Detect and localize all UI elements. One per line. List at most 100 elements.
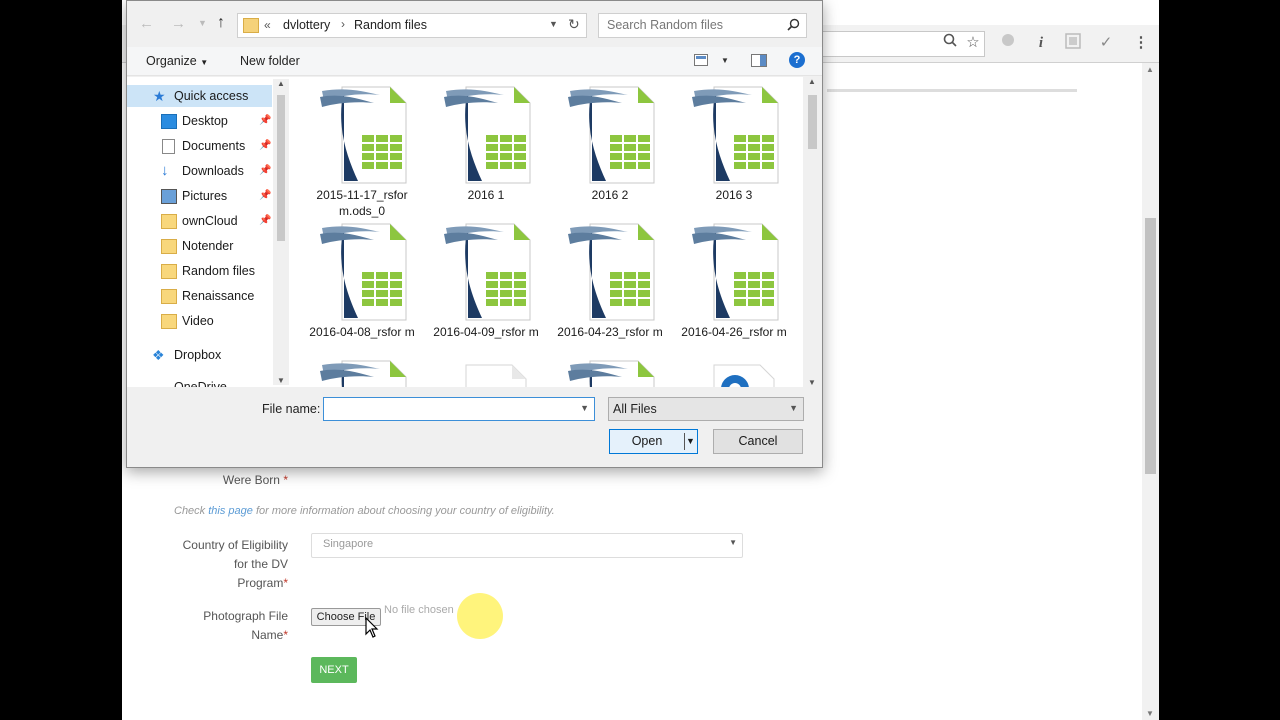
zoom-icon[interactable]	[940, 33, 960, 53]
breadcrumb-bar[interactable]: « dvlottery › Random files ▼ ↻	[237, 13, 587, 38]
scroll-up-icon[interactable]: ▲	[1146, 65, 1154, 74]
scroll-up-icon[interactable]: ▲	[808, 77, 816, 86]
document-icon	[465, 364, 527, 387]
nav-item-renaissance[interactable]: Renaissance	[127, 285, 272, 307]
file-name: 2016 1	[467, 188, 505, 202]
search-icon	[787, 18, 800, 34]
nav-item-downloads[interactable]: ↓ Downloads 📌	[127, 160, 272, 182]
file-name: 2016 3	[715, 188, 753, 202]
nav-scrollbar-thumb[interactable]	[277, 95, 285, 241]
organize-button[interactable]: Organize ▼	[146, 54, 208, 68]
files-scrollbar-thumb[interactable]	[808, 95, 817, 149]
spreadsheet-icon	[320, 86, 407, 184]
spreadsheet-icon	[692, 223, 779, 321]
nav-item-owncloud[interactable]: ownCloud 📌	[127, 210, 272, 232]
file-item[interactable]: 2016-04-08_rsfor m	[307, 222, 417, 339]
scroll-down-icon[interactable]: ▼	[277, 376, 285, 385]
filename-input[interactable]: ▼	[323, 397, 595, 421]
new-folder-button[interactable]: New folder	[240, 54, 300, 68]
file-item[interactable]: 2016-04-26_rsfor m	[679, 222, 789, 339]
chevron-down-icon[interactable]: ▼	[580, 403, 589, 413]
file-item[interactable]: 2016-04-23_rsfor m	[555, 222, 665, 339]
command-bar: Organize ▼ New folder ▼ ?	[127, 47, 822, 76]
nav-item-onedrive[interactable]: ☁ OneDrive	[127, 376, 272, 387]
spreadsheet-icon	[444, 86, 531, 184]
breadcrumb-random-files[interactable]: Random files	[354, 18, 427, 32]
nav-item-desktop[interactable]: Desktop 📌	[127, 110, 272, 132]
spreadsheet-icon	[568, 86, 655, 184]
breadcrumb-overflow[interactable]: «	[264, 18, 271, 32]
file-name: 2016-04-09_rsfor m	[433, 325, 539, 339]
pin-icon: 📌	[259, 115, 272, 126]
page-scrollbar-thumb[interactable]	[1145, 218, 1156, 474]
recent-dropdown-icon[interactable]: ▼	[198, 18, 207, 28]
folder-icon	[161, 239, 177, 254]
nav-item-dropbox[interactable]: ❖ Dropbox	[127, 344, 272, 366]
refresh-icon[interactable]: ↻	[568, 16, 580, 33]
file-item[interactable]	[307, 359, 417, 387]
chevron-down-icon: ▼	[789, 403, 798, 413]
file-item[interactable]: 2016 2	[555, 85, 665, 202]
folder-icon	[161, 289, 177, 304]
eligibility-help-text: Check this page for more information abo…	[174, 505, 555, 517]
star-icon: ★	[153, 88, 166, 104]
preview-pane-icon[interactable]	[751, 54, 767, 70]
country-label: Country of Eligibility for the DV Progra…	[182, 538, 288, 590]
extension-square-icon[interactable]	[1063, 33, 1083, 53]
photo-label: Photograph File Name*	[203, 609, 288, 642]
check-icon[interactable]: ✓	[1096, 33, 1116, 53]
this-page-link[interactable]: this page	[208, 505, 253, 517]
cancel-button[interactable]: Cancel	[713, 429, 803, 454]
spreadsheet-icon	[568, 223, 655, 321]
dialog-address-row: ← → ▼ ↑ « dvlottery › Random files ▼ ↻ S…	[127, 1, 822, 47]
nav-item-documents[interactable]: Documents 📌	[127, 135, 272, 157]
divider	[827, 89, 1077, 92]
nav-item-pictures[interactable]: Pictures 📌	[127, 185, 272, 207]
file-item[interactable]	[431, 359, 541, 387]
view-options-icon[interactable]	[694, 54, 708, 69]
chevron-down-icon[interactable]: ▼	[549, 19, 558, 29]
scroll-down-icon[interactable]: ▼	[1146, 709, 1154, 718]
next-button[interactable]: NEXT	[311, 657, 357, 683]
nav-item-quick-access[interactable]: ★ Quick access	[127, 85, 272, 107]
file-item[interactable]: 2016 1	[431, 85, 541, 202]
search-input[interactable]: Search Random files	[598, 13, 807, 38]
up-icon[interactable]: ↑	[217, 14, 225, 32]
nav-item-video[interactable]: Video	[127, 310, 272, 332]
onedrive-icon: ☁	[152, 379, 166, 387]
file-item[interactable]: 2016-04-09_rsfor m	[431, 222, 541, 339]
info-icon[interactable]: i	[1031, 33, 1051, 53]
breadcrumb-separator-icon: ›	[341, 17, 345, 31]
country-select-value: Singapore	[323, 538, 374, 550]
file-item[interactable]: 2016 3	[679, 85, 789, 202]
pin-icon: 📌	[259, 165, 272, 176]
back-icon[interactable]: ←	[139, 15, 154, 32]
scroll-down-icon[interactable]: ▼	[808, 378, 816, 387]
extension-circle-icon[interactable]	[998, 33, 1018, 53]
open-file-dialog: ← → ▼ ↑ « dvlottery › Random files ▼ ↻ S…	[126, 0, 823, 468]
scroll-up-icon[interactable]: ▲	[277, 79, 285, 88]
view-dropdown-icon[interactable]: ▼	[721, 56, 729, 65]
mouse-cursor-icon	[365, 616, 379, 642]
spreadsheet-icon	[444, 223, 531, 321]
documents-icon	[162, 139, 175, 154]
country-select[interactable]: Singapore ▼	[311, 533, 743, 558]
pictures-icon	[161, 189, 177, 204]
file-item[interactable]: 2015-11-17_rsfor m.ods_0	[307, 85, 417, 218]
open-dropdown-icon[interactable]: ▼	[686, 430, 695, 453]
file-name: 2016-04-23_rsfor m	[557, 325, 663, 339]
help-icon[interactable]: ?	[789, 52, 805, 68]
forward-icon[interactable]: →	[171, 15, 186, 32]
nav-item-notender[interactable]: Notender	[127, 235, 272, 257]
menu-dots-icon[interactable]: ⋮	[1131, 33, 1151, 53]
file-item[interactable]	[555, 359, 665, 387]
file-item[interactable]	[679, 359, 789, 387]
breadcrumb-dvlottery[interactable]: dvlottery	[283, 18, 330, 32]
open-button[interactable]: Open ▼	[609, 429, 698, 454]
star-icon[interactable]: ☆	[963, 33, 983, 53]
born-label: Were Born *	[222, 473, 288, 487]
file-name: 2016-04-08_rsfor m	[309, 325, 415, 339]
nav-item-random-files[interactable]: Random files	[127, 260, 272, 282]
downloads-icon: ↓	[161, 162, 169, 179]
filetype-select[interactable]: All Files ▼	[608, 397, 804, 421]
